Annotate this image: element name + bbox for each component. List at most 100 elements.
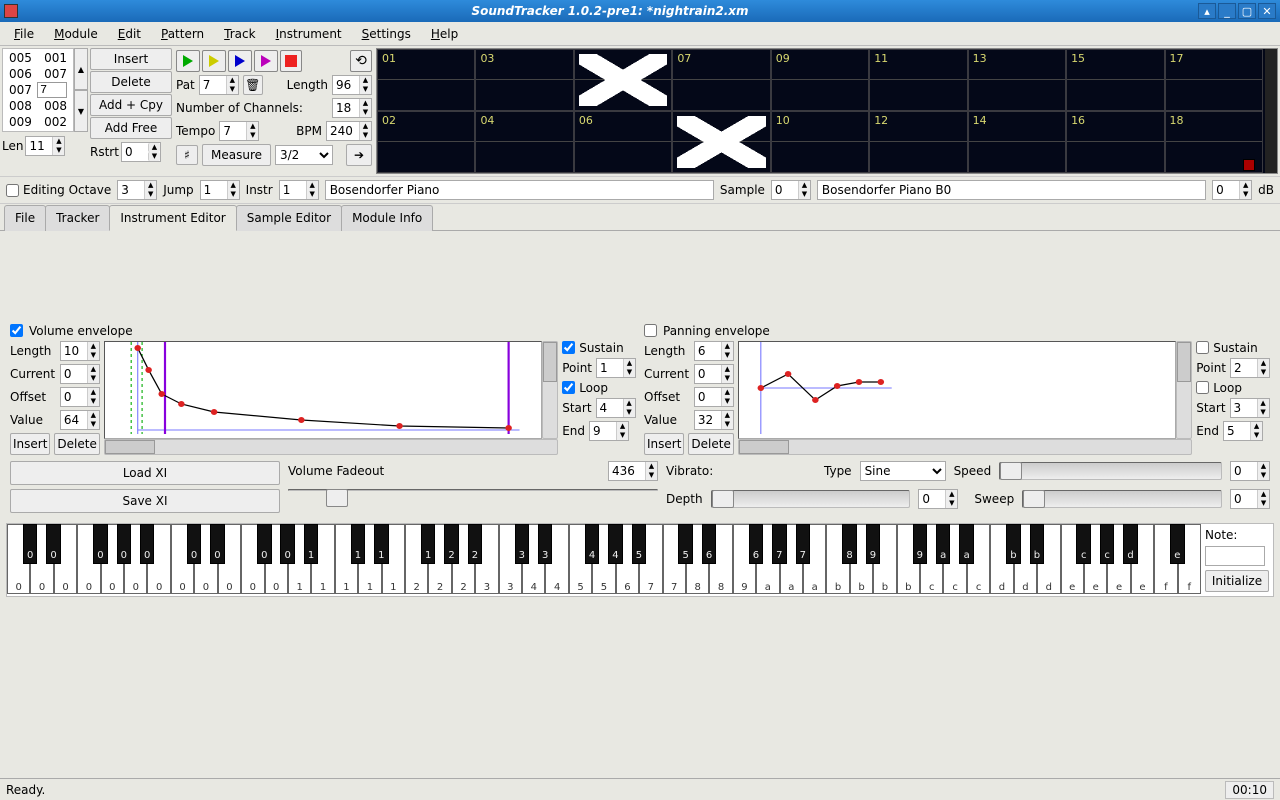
measure-select[interactable]: 3/2: [275, 145, 333, 165]
sample-slot-05[interactable]: 05: [574, 49, 672, 111]
volenv-value[interactable]: ▲▼: [60, 410, 100, 430]
restart-field[interactable]: ▲▼: [121, 142, 161, 162]
black-key[interactable]: 2: [444, 524, 459, 564]
sample-slot-06[interactable]: 06: [574, 111, 672, 173]
vib-depth-field[interactable]: ▲▼: [918, 489, 958, 509]
minimize-button[interactable]: _: [1218, 3, 1236, 19]
panenv-length[interactable]: ▲▼: [694, 341, 734, 361]
note-field[interactable]: [1205, 546, 1265, 566]
orderlist-current-input[interactable]: [37, 82, 67, 98]
black-key[interactable]: 0: [140, 524, 155, 564]
initialize-button[interactable]: Initialize: [1205, 570, 1269, 592]
volenv-length[interactable]: ▲▼: [60, 341, 100, 361]
db-field[interactable]: ▲▼: [1212, 180, 1252, 200]
tempo-field[interactable]: ▲▼: [219, 121, 259, 141]
volenv-loop-check[interactable]: Loop: [562, 381, 636, 395]
maximize-button[interactable]: ▢: [1238, 3, 1256, 19]
panenv-loop-check[interactable]: Loop: [1196, 381, 1270, 395]
panenv-end[interactable]: ▲▼: [1223, 421, 1263, 441]
sample-slot-17[interactable]: 17: [1165, 49, 1263, 111]
instr-name-field[interactable]: [325, 180, 714, 200]
vib-type-select[interactable]: Sine: [860, 461, 946, 481]
editing-octave-field[interactable]: ▲▼: [117, 180, 157, 200]
black-key[interactable]: 1: [351, 524, 366, 564]
black-key[interactable]: 0: [187, 524, 202, 564]
load-xi-button[interactable]: Load XI: [10, 461, 280, 485]
black-key[interactable]: 6: [702, 524, 717, 564]
measure-button[interactable]: Measure: [202, 144, 271, 166]
play-song-button[interactable]: [176, 50, 200, 72]
tab-sample-editor[interactable]: Sample Editor: [236, 205, 342, 231]
delete-button[interactable]: Delete: [90, 71, 172, 93]
menu-settings[interactable]: Settings: [352, 24, 421, 44]
keyboard[interactable]: 00000000000011111222334455677889aaabbbbc…: [6, 523, 1274, 597]
menu-file[interactable]: File: [4, 24, 44, 44]
vib-sweep-slider[interactable]: [1022, 490, 1222, 508]
black-key[interactable]: 1: [421, 524, 436, 564]
tab-tracker[interactable]: Tracker: [45, 205, 110, 231]
vol-env-check[interactable]: Volume envelope: [10, 324, 636, 338]
black-key[interactable]: 4: [585, 524, 600, 564]
save-xi-button[interactable]: Save XI: [10, 489, 280, 513]
sample-slot-03[interactable]: 03: [475, 49, 573, 111]
sample-slot-10[interactable]: 10: [771, 111, 869, 173]
sample-name-field[interactable]: [817, 180, 1206, 200]
black-key[interactable]: 0: [210, 524, 225, 564]
black-key[interactable]: e: [1170, 524, 1185, 564]
black-key[interactable]: a: [936, 524, 951, 564]
vib-speed-field[interactable]: ▲▼: [1230, 461, 1270, 481]
pat-field[interactable]: ▲▼: [199, 75, 239, 95]
panenv-insert[interactable]: Insert: [644, 433, 684, 455]
black-key[interactable]: 6: [749, 524, 764, 564]
black-key[interactable]: 7: [796, 524, 811, 564]
volenv-sustain-check[interactable]: Sustain: [562, 341, 636, 355]
sample-slot-09[interactable]: 09: [771, 49, 869, 111]
volenv-scroll-v[interactable]: [542, 341, 558, 439]
play-pattern-button[interactable]: [202, 50, 226, 72]
sample-slot-16[interactable]: 16: [1066, 111, 1164, 173]
panenv-start[interactable]: ▲▼: [1230, 398, 1270, 418]
panenv-delete[interactable]: Delete: [688, 433, 733, 455]
tab-file[interactable]: File: [4, 205, 46, 231]
black-key[interactable]: 9: [913, 524, 928, 564]
volenv-end[interactable]: ▲▼: [589, 421, 629, 441]
black-key[interactable]: b: [1006, 524, 1021, 564]
menu-instrument[interactable]: Instrument: [266, 24, 352, 44]
fadeout-field[interactable]: ▲▼: [608, 461, 658, 481]
rollup-button[interactable]: ▴: [1198, 3, 1216, 19]
vib-depth-slider[interactable]: [711, 490, 911, 508]
play-purple-button[interactable]: [254, 50, 278, 72]
panenv-value[interactable]: ▲▼: [694, 410, 734, 430]
sample-grid[interactable]: 010305070911131517 020406081012141618 R: [376, 48, 1278, 174]
close-button[interactable]: ✕: [1258, 3, 1276, 19]
bpm-field[interactable]: ▲▼: [326, 121, 372, 141]
black-key[interactable]: c: [1100, 524, 1115, 564]
editing-octave-check[interactable]: Editing Octave: [6, 183, 111, 197]
black-key[interactable]: 2: [468, 524, 483, 564]
vol-env-graph[interactable]: [104, 341, 542, 439]
insert-button[interactable]: Insert: [90, 48, 172, 70]
vib-speed-slider[interactable]: [999, 462, 1222, 480]
panenv-offset[interactable]: ▲▼: [694, 387, 734, 407]
black-key[interactable]: 0: [46, 524, 61, 564]
menu-module[interactable]: Module: [44, 24, 108, 44]
black-key[interactable]: 8: [842, 524, 857, 564]
menu-pattern[interactable]: Pattern: [151, 24, 214, 44]
menu-track[interactable]: Track: [214, 24, 265, 44]
panenv-scroll-v[interactable]: [1176, 341, 1192, 439]
sample-slot-01[interactable]: 01: [377, 49, 475, 111]
sample-slot-04[interactable]: 04: [475, 111, 573, 173]
black-key[interactable]: a: [959, 524, 974, 564]
sample-slot-08[interactable]: 08: [672, 111, 770, 173]
sample-slot-12[interactable]: 12: [869, 111, 967, 173]
volenv-current[interactable]: ▲▼: [60, 364, 100, 384]
black-key[interactable]: 0: [257, 524, 272, 564]
black-key[interactable]: 0: [280, 524, 295, 564]
black-key[interactable]: 4: [608, 524, 623, 564]
volenv-point[interactable]: ▲▼: [596, 358, 636, 378]
black-key[interactable]: 1: [304, 524, 319, 564]
trash-icon[interactable]: 🗑: [243, 75, 263, 95]
black-key[interactable]: b: [1030, 524, 1045, 564]
len-field[interactable]: ▲▼: [25, 136, 65, 156]
black-key[interactable]: 5: [632, 524, 647, 564]
